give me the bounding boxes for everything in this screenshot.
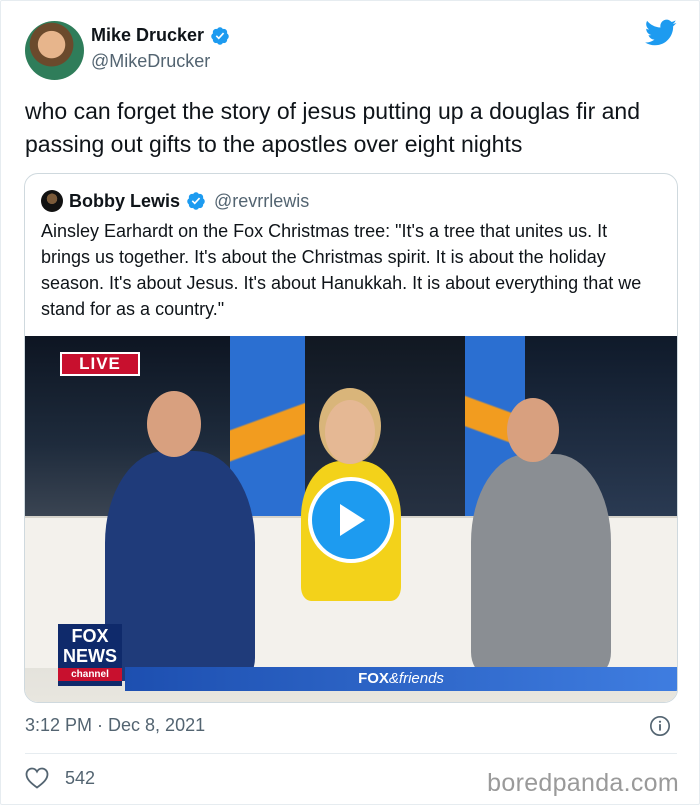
twitter-bird-icon[interactable] (645, 19, 677, 47)
quoted-author-row[interactable]: Bobby Lewis @revrrlewis (41, 190, 309, 212)
verified-badge-icon (187, 192, 205, 210)
fox-logo-line1: FOX (71, 626, 109, 646)
host-center-head (325, 400, 375, 464)
host-right (471, 454, 611, 674)
host-right-head (507, 398, 559, 462)
show-name-bold: FOX (358, 670, 389, 687)
tweet-card: Mike Drucker @MikeDrucker who can forget… (0, 0, 700, 805)
author-avatar[interactable] (25, 21, 84, 80)
fox-logo-line2: NEWS (63, 646, 117, 666)
like-count: 542 (65, 767, 96, 788)
host-left-head (147, 391, 201, 457)
heart-icon[interactable] (25, 767, 49, 789)
tweet-text: who can forget the story of jesus puttin… (25, 98, 640, 157)
like-row[interactable]: 542 (25, 767, 95, 789)
tweet-timestamp[interactable]: 3:12 PM · Dec 8, 2021 (25, 715, 205, 736)
watermark: boredpanda.com (487, 769, 679, 797)
show-name-bar: FOX&friends (125, 667, 677, 691)
play-button[interactable] (308, 477, 394, 563)
quoted-author-handle[interactable]: @revrrlewis (214, 191, 309, 212)
divider (25, 753, 677, 754)
author-name-row[interactable]: Mike Drucker (91, 25, 230, 46)
video-player[interactable]: LIVE FOX NEWS channel FOX&friends (25, 336, 677, 702)
quoted-author-avatar[interactable] (41, 190, 63, 212)
play-icon (340, 504, 365, 536)
author-handle[interactable]: @MikeDrucker (91, 51, 210, 72)
host-left (105, 451, 255, 681)
show-name-rest: &friends (388, 670, 444, 687)
fox-news-logo: FOX NEWS channel (58, 624, 122, 686)
author-name[interactable]: Mike Drucker (91, 25, 204, 46)
quoted-author-name[interactable]: Bobby Lewis (69, 191, 180, 212)
verified-badge-icon (211, 26, 229, 45)
fox-logo-line3: channel (58, 668, 122, 681)
quoted-tweet[interactable]: Bobby Lewis @revrrlewis Ainsley Earhardt… (24, 173, 678, 703)
quoted-tweet-text: Ainsley Earhardt on the Fox Christmas tr… (41, 221, 642, 319)
info-icon[interactable] (649, 715, 671, 737)
live-badge: LIVE (60, 352, 140, 376)
